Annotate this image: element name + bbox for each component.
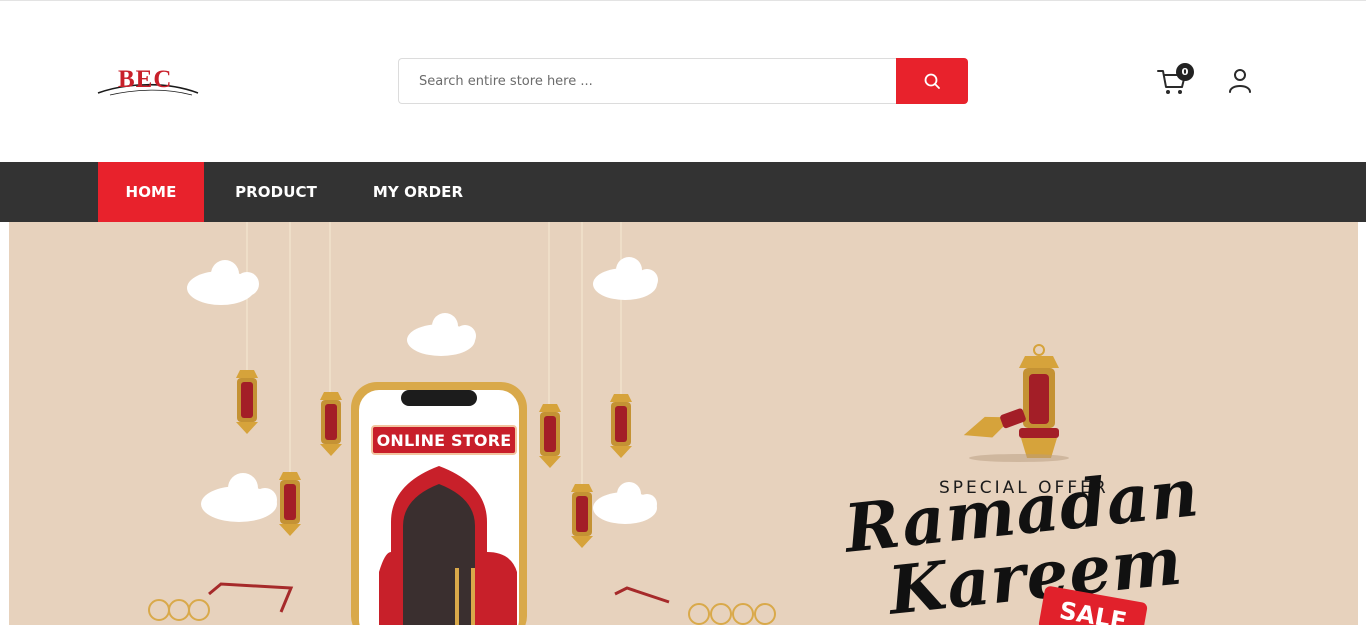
search-bar: [398, 58, 968, 104]
search-icon: [924, 73, 940, 89]
user-icon: [1229, 69, 1251, 93]
nav-item-my-order[interactable]: MY ORDER: [366, 162, 470, 222]
account-button[interactable]: [1226, 67, 1254, 95]
online-store-label: ONLINE STORE: [371, 425, 517, 455]
cart-count-badge: 0: [1176, 63, 1194, 81]
main-nav: HOME PRODUCT MY ORDER: [0, 162, 1366, 222]
nav-item-product[interactable]: PRODUCT: [222, 162, 330, 222]
hero-banner[interactable]: ONLINE STORE SPECIAL OFFER Ramadan Karee…: [9, 222, 1358, 625]
search-button[interactable]: [896, 58, 968, 104]
search-input[interactable]: [398, 58, 896, 104]
site-header: BEC 0: [0, 1, 1366, 162]
nav-item-home[interactable]: HOME: [98, 162, 204, 222]
logo-text: BEC: [118, 66, 173, 93]
cart-button[interactable]: 0: [1156, 63, 1196, 99]
brand-logo[interactable]: BEC: [96, 65, 200, 99]
